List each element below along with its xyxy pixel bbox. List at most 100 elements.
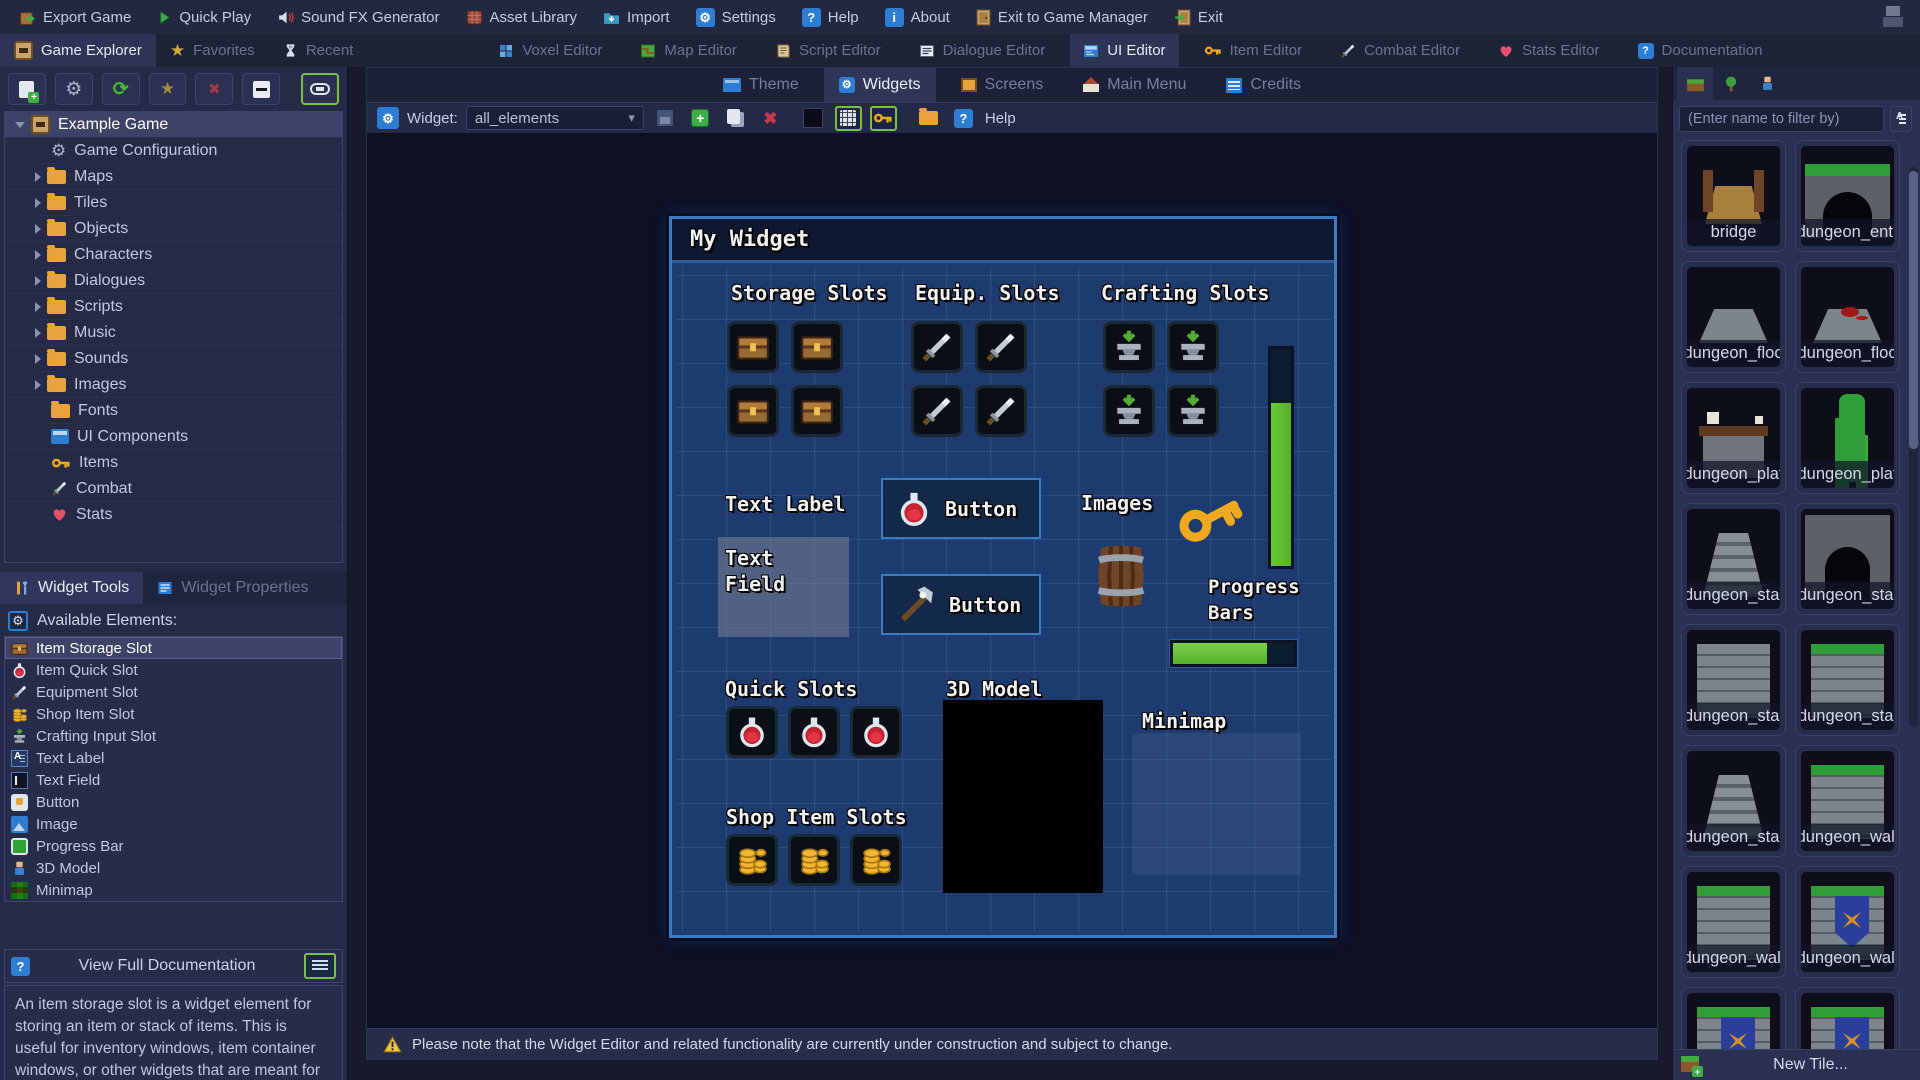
model-label[interactable]: 3D Model bbox=[946, 677, 1042, 701]
tab-stats-editor[interactable]: Stats Editor bbox=[1485, 34, 1613, 67]
delete-widget-button[interactable]: ✖ bbox=[757, 106, 784, 131]
tile-card[interactable]: dungeon_floo bbox=[1795, 261, 1900, 373]
help-button[interactable]: ? bbox=[950, 106, 977, 131]
new-tile-bar[interactable]: New Tile... bbox=[1673, 1049, 1920, 1080]
tree-item-fonts[interactable]: Fonts bbox=[5, 398, 342, 424]
vertical-progress-bar[interactable] bbox=[1268, 346, 1294, 569]
view-full-documentation-link[interactable]: View Full Documentation bbox=[38, 957, 296, 975]
collapse-button[interactable] bbox=[242, 73, 280, 105]
tile-card[interactable]: dungeon_wall bbox=[1795, 866, 1900, 978]
tile-card[interactable]: dungeon_entr bbox=[1795, 140, 1900, 252]
shop-item-slots-label[interactable]: Shop Item Slots bbox=[726, 805, 907, 829]
chevron-right-icon[interactable] bbox=[35, 354, 41, 364]
item-storage-slot[interactable] bbox=[791, 385, 843, 437]
item-storage-slot[interactable] bbox=[727, 385, 779, 437]
tab-widget-properties[interactable]: Widget Properties bbox=[143, 572, 322, 604]
menu-item-exit-to-manager[interactable]: Exit to Game Manager bbox=[963, 0, 1161, 34]
element-shop-item-slot[interactable]: Shop Item Slot bbox=[5, 703, 342, 725]
crafting-slots-label[interactable]: Crafting Slots bbox=[1101, 281, 1270, 305]
widget-canvas[interactable]: My Widget Storage Slots Equip. Slots Cra… bbox=[367, 134, 1657, 1028]
tab-recent[interactable]: Recent bbox=[269, 34, 368, 67]
horizontal-progress-bar[interactable] bbox=[1170, 640, 1297, 667]
equipment-slot[interactable] bbox=[975, 385, 1027, 437]
chevron-down-icon[interactable] bbox=[15, 122, 25, 128]
item-storage-slot[interactable] bbox=[727, 321, 779, 373]
rename-mode-button[interactable] bbox=[1890, 106, 1912, 132]
tree-item-music[interactable]: Music bbox=[5, 320, 342, 346]
tab-screens[interactable]: Screens bbox=[946, 68, 1059, 102]
tab-widgets[interactable]: ⚙Widgets bbox=[824, 68, 936, 102]
tile-card[interactable]: dungeon_stai bbox=[1795, 503, 1900, 615]
element-3d-model[interactable]: 3D Model bbox=[5, 857, 342, 879]
widget-select-dropdown[interactable]: all_elements bbox=[466, 106, 644, 130]
grid-toggle-button[interactable] bbox=[835, 106, 862, 131]
menu-item-settings[interactable]: ⚙Settings bbox=[683, 0, 789, 34]
tree-item-dialogues[interactable]: Dialogues bbox=[5, 268, 342, 294]
item-quick-slot[interactable] bbox=[850, 706, 902, 758]
help-label[interactable]: Help bbox=[985, 110, 1016, 127]
tile-card[interactable]: dungeon_stai bbox=[1681, 503, 1786, 615]
shop-item-slot[interactable] bbox=[850, 834, 902, 886]
element-item-storage-slot[interactable]: Item Storage Slot bbox=[5, 637, 342, 659]
tile-card[interactable]: dungeon_stai bbox=[1681, 624, 1786, 736]
add-widget-button[interactable] bbox=[687, 106, 714, 131]
crafting-input-slot[interactable] bbox=[1167, 385, 1219, 437]
equipment-slot[interactable] bbox=[911, 385, 963, 437]
tab-theme[interactable]: Theme bbox=[708, 68, 814, 102]
tile-card[interactable]: bridge bbox=[1681, 140, 1786, 252]
element-item-quick-slot[interactable]: Item Quick Slot bbox=[5, 659, 342, 681]
button-element[interactable]: Button bbox=[881, 574, 1041, 635]
menu-item-help[interactable]: ?Help bbox=[789, 0, 872, 34]
tab-objects[interactable] bbox=[1713, 67, 1749, 100]
doc-view-toggle-button[interactable] bbox=[304, 953, 336, 979]
barrel-image[interactable] bbox=[1089, 538, 1153, 614]
tile-grid-scrollbar[interactable] bbox=[1909, 167, 1918, 727]
key-image[interactable] bbox=[1166, 479, 1254, 556]
chevron-right-icon[interactable] bbox=[35, 224, 41, 234]
crafting-input-slot[interactable] bbox=[1103, 321, 1155, 373]
menu-item-about[interactable]: iAbout bbox=[872, 0, 963, 34]
crafting-input-slot[interactable] bbox=[1103, 385, 1155, 437]
tab-script-editor[interactable]: Script Editor bbox=[762, 34, 894, 67]
widget-window-titlebar[interactable]: My Widget bbox=[672, 219, 1334, 263]
new-item-button[interactable] bbox=[8, 73, 46, 105]
quick-slots-label[interactable]: Quick Slots bbox=[725, 677, 857, 701]
text-label-element[interactable]: Text Label bbox=[725, 492, 845, 516]
tree-item-objects[interactable]: Objects bbox=[5, 216, 342, 242]
element-equipment-slot[interactable]: Equipment Slot bbox=[5, 681, 342, 703]
tile-card[interactable]: dungeon_stai bbox=[1681, 745, 1786, 857]
tile-card[interactable]: dungeon_wall bbox=[1795, 987, 1900, 1049]
tree-item-characters[interactable]: Characters bbox=[5, 242, 342, 268]
tree-item-images[interactable]: Images bbox=[5, 372, 342, 398]
menu-item-sound-fx[interactable]: Sound FX Generator bbox=[264, 0, 452, 34]
save-widget-button[interactable] bbox=[652, 106, 679, 131]
element-text-field[interactable]: Text Field bbox=[5, 769, 342, 791]
tile-card[interactable]: dungeon_floo bbox=[1681, 261, 1786, 373]
widget-window-body[interactable]: Storage Slots Equip. Slots Crafting Slot… bbox=[675, 266, 1331, 932]
equipment-slot[interactable] bbox=[911, 321, 963, 373]
tile-card[interactable]: dungeon_wall bbox=[1681, 866, 1786, 978]
item-preview-toggle-button[interactable] bbox=[870, 106, 897, 131]
background-color-swatch[interactable] bbox=[800, 106, 827, 131]
tree-item-example-game[interactable]: Example Game bbox=[5, 112, 342, 138]
minimap-label[interactable]: Minimap bbox=[1142, 709, 1226, 733]
tree-item-game-configuration[interactable]: ⚙Game Configuration bbox=[5, 138, 342, 164]
tile-card[interactable]: dungeon_wall bbox=[1681, 987, 1786, 1049]
tab-combat-editor[interactable]: Combat Editor bbox=[1327, 34, 1473, 67]
menu-item-export-game[interactable]: Export Game bbox=[6, 0, 144, 34]
element-button[interactable]: Button bbox=[5, 791, 342, 813]
tree-item-sounds[interactable]: Sounds bbox=[5, 346, 342, 372]
tab-tiles[interactable] bbox=[1677, 67, 1713, 100]
element-minimap[interactable]: Minimap bbox=[5, 879, 342, 901]
tab-credits[interactable]: Credits bbox=[1211, 68, 1316, 102]
tab-main-menu[interactable]: Main Menu bbox=[1068, 68, 1201, 102]
model-viewport[interactable] bbox=[943, 700, 1103, 893]
tile-filter-input[interactable] bbox=[1679, 106, 1884, 132]
equipment-slot[interactable] bbox=[975, 321, 1027, 373]
shop-item-slot[interactable] bbox=[726, 834, 778, 886]
crafting-input-slot[interactable] bbox=[1167, 321, 1219, 373]
images-label[interactable]: Images bbox=[1081, 491, 1153, 515]
tree-item-combat[interactable]: Combat bbox=[5, 476, 342, 502]
widget-window[interactable]: My Widget Storage Slots Equip. Slots Cra… bbox=[669, 216, 1337, 938]
tab-widget-tools[interactable]: Widget Tools bbox=[0, 572, 143, 604]
